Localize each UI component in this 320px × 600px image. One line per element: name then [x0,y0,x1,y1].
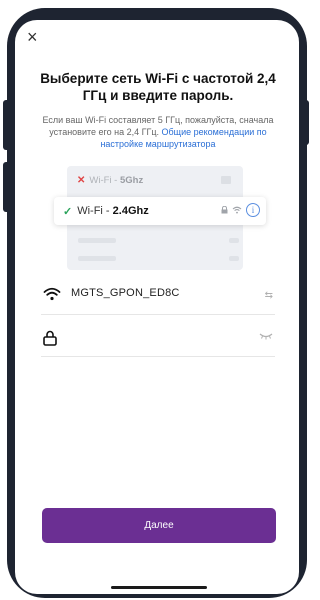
lock-icon [43,330,57,346]
wifi-icon [43,287,61,301]
info-icon: i [246,203,260,217]
wifi-5ghz-row: ✕ Wi-Fi - 5Ghz [77,172,237,188]
wifi-5ghz-label: Wi-Fi - 5Ghz [89,174,144,186]
home-indicator [111,586,207,589]
phone-side-button-power [303,100,309,145]
wifi-card-icons: i [221,203,260,217]
wifi-24ghz-label: Wi-Fi - 2.4Ghz [77,205,149,217]
lock-small-icon [221,206,228,214]
page-subtitle: Если ваш Wi-Fi составляет 5 ГГц, пожалуй… [29,114,287,150]
placeholder-line [78,238,116,243]
page-title: Выберите сеть Wi-Fi с частотой 2,4 ГГц и… [40,71,276,103]
swap-network-icon[interactable]: ⇆ [265,290,273,301]
wifi-network-field[interactable]: MGTS_GPON_ED8C ⇆ [41,278,275,315]
placeholder-icon [221,176,231,184]
eye-closed-icon[interactable] [259,332,273,340]
wifi-small-icon [232,206,242,214]
wifi-24ghz-card: ✓ Wi-Fi - 2.4Ghz i [54,197,266,225]
check-icon: ✓ [63,205,73,218]
close-icon[interactable]: × [27,28,38,46]
placeholder-line [229,256,239,261]
next-button[interactable]: Далее [42,508,276,543]
phone-side-button-volume-up [3,100,11,150]
screen: × Выберите сеть Wi-Fi с частотой 2,4 ГГц… [15,20,299,594]
wifi-network-value: MGTS_GPON_ED8C [71,287,180,299]
phone-side-button-volume-down [3,162,11,212]
placeholder-line [78,256,116,261]
cross-icon: ✕ [77,174,86,186]
placeholder-line [229,238,239,243]
password-field[interactable] [41,320,275,357]
